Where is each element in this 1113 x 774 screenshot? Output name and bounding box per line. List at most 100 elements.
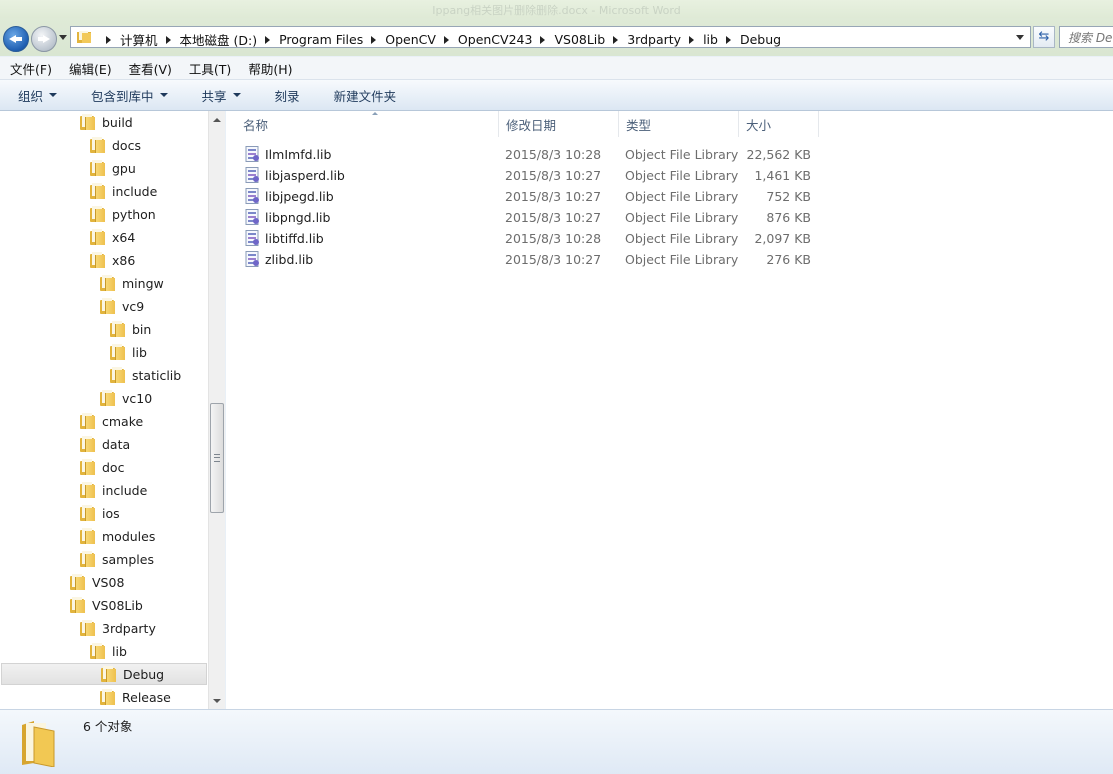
tree-item[interactable]: bin bbox=[110, 318, 151, 340]
file-row[interactable]: libpngd.lib 2015/8/3 10:27 Object File Lib… bbox=[226, 207, 818, 228]
breadcrumb-chevron-right-icon[interactable] bbox=[371, 35, 377, 44]
breadcrumb-chevron-right-icon[interactable] bbox=[443, 35, 449, 44]
tree-item[interactable]: mingw bbox=[100, 272, 164, 294]
column-header-date[interactable]: 修改日期 bbox=[499, 111, 619, 137]
tree-item[interactable]: Release bbox=[100, 686, 171, 708]
column-header-size[interactable]: 大小 bbox=[739, 111, 819, 137]
folder-icon bbox=[90, 643, 105, 659]
tree-item[interactable]: lib bbox=[110, 341, 147, 363]
file-row[interactable]: zlibd.lib 2015/8/3 10:27 Object File Libra… bbox=[226, 249, 818, 270]
include-in-library-button[interactable]: 包含到库中 bbox=[91, 86, 168, 105]
search-box[interactable] bbox=[1059, 26, 1113, 48]
breadcrumb-chevron-right-icon[interactable] bbox=[725, 35, 731, 44]
breadcrumb-chevron-right-icon[interactable] bbox=[689, 35, 695, 44]
tree-item[interactable]: samples bbox=[80, 548, 154, 570]
folder-icon bbox=[90, 183, 105, 199]
tree-item[interactable]: doc bbox=[80, 456, 124, 478]
breadcrumb-item[interactable]: 本地磁盘 (D:) bbox=[180, 30, 258, 49]
menu-tools[interactable]: 工具(T) bbox=[179, 59, 238, 78]
file-name: libjasperd.lib bbox=[265, 168, 345, 183]
tree-item-label: vc9 bbox=[122, 298, 145, 314]
column-header-name[interactable]: 名称 bbox=[236, 111, 499, 137]
file-list-pane[interactable]: 名称 修改日期 类型 大小 IlmImfd.lib 2015/8/3 10:28 O… bbox=[226, 111, 1113, 709]
menu-view[interactable]: 查看(V) bbox=[119, 59, 179, 78]
menu-help[interactable]: 帮助(H) bbox=[238, 59, 299, 78]
library-file-icon bbox=[245, 230, 260, 246]
tree-item[interactable]: data bbox=[80, 433, 130, 455]
file-name: libpngd.lib bbox=[265, 210, 331, 225]
column-header-type[interactable]: 类型 bbox=[619, 111, 739, 137]
search-input[interactable] bbox=[1066, 30, 1113, 46]
tree-item[interactable]: include bbox=[90, 180, 157, 202]
tree-item[interactable]: VS08 bbox=[70, 571, 124, 593]
scroll-up-arrow-icon[interactable] bbox=[213, 118, 221, 122]
breadcrumb-item[interactable]: OpenCV bbox=[385, 32, 436, 47]
column-size-label: 大小 bbox=[746, 117, 772, 133]
breadcrumb-item[interactable]: VS08Lib bbox=[554, 32, 605, 47]
breadcrumb-item[interactable]: OpenCV243 bbox=[458, 32, 533, 47]
tree-item[interactable]: include bbox=[80, 479, 147, 501]
file-row[interactable]: libjpegd.lib 2015/8/3 10:27 Object File Li… bbox=[226, 186, 818, 207]
new-folder-button[interactable]: 新建文件夹 bbox=[334, 86, 397, 105]
address-bar[interactable]: 计算机 本地磁盘 (D:) Program Files OpenCV OpenCV243… bbox=[70, 26, 1031, 48]
file-row[interactable]: libjasperd.lib 2015/8/3 10:27 Object File … bbox=[226, 165, 818, 186]
tree-item[interactable]: cmake bbox=[80, 410, 143, 432]
tree-item[interactable]: 3rdparty bbox=[80, 617, 156, 639]
forward-button[interactable] bbox=[31, 26, 57, 52]
tree-item[interactable]: x64 bbox=[90, 226, 135, 248]
folder-icon bbox=[22, 721, 55, 767]
breadcrumb-chevron-right-icon[interactable] bbox=[540, 35, 546, 44]
tree-item[interactable]: vc10 bbox=[100, 387, 152, 409]
file-size: 1,461 KB bbox=[754, 168, 811, 183]
library-file-icon bbox=[245, 146, 260, 162]
breadcrumb-item[interactable]: 3rdparty bbox=[627, 32, 681, 47]
folder-icon bbox=[80, 528, 95, 544]
library-file-icon bbox=[245, 188, 260, 204]
scrollbar-thumb[interactable] bbox=[210, 403, 224, 513]
organize-label: 组织 bbox=[18, 88, 44, 104]
tree-item[interactable]: lib bbox=[90, 640, 127, 662]
back-button[interactable] bbox=[3, 26, 29, 52]
file-name: zlibd.lib bbox=[265, 252, 314, 267]
tree-item[interactable]: Debug bbox=[1, 663, 207, 685]
address-history-chevron-down-icon[interactable] bbox=[1016, 35, 1024, 40]
tree-item[interactable]: docs bbox=[90, 134, 141, 156]
tree-item[interactable]: ios bbox=[80, 502, 120, 524]
tree-item[interactable]: staticlib bbox=[110, 364, 181, 386]
tree-item[interactable]: x86 bbox=[90, 249, 135, 271]
tree-item-label: lib bbox=[132, 344, 147, 360]
file-name: IlmImfd.lib bbox=[265, 147, 332, 162]
breadcrumb-chevron-right-icon[interactable] bbox=[613, 35, 619, 44]
folder-icon bbox=[80, 620, 95, 636]
breadcrumb-item[interactable]: 计算机 bbox=[120, 30, 158, 49]
tree-item-label: x86 bbox=[112, 252, 136, 268]
menu-edit[interactable]: 编辑(E) bbox=[59, 59, 119, 78]
file-date: 2015/8/3 10:27 bbox=[505, 168, 602, 183]
organize-button[interactable]: 组织 bbox=[18, 86, 58, 105]
tree-item[interactable]: modules bbox=[80, 525, 155, 547]
scroll-down-arrow-icon[interactable] bbox=[213, 699, 221, 703]
burn-button[interactable]: 刻录 bbox=[275, 86, 300, 105]
tree-item[interactable]: vc9 bbox=[100, 295, 144, 317]
breadcrumb-chevron-right-icon[interactable] bbox=[106, 35, 111, 44]
menu-file[interactable]: 文件(F) bbox=[0, 59, 59, 78]
file-row[interactable]: IlmImfd.lib 2015/8/3 10:28 Object File Lib… bbox=[226, 144, 818, 165]
tree-item[interactable]: python bbox=[90, 203, 156, 225]
item-count: 6 个对象 bbox=[83, 719, 133, 734]
tree-item[interactable]: build bbox=[80, 111, 133, 133]
navigation-pane[interactable]: build docs gpu include python x64 x86 mingw vc9 b… bbox=[0, 111, 208, 709]
breadcrumb-chevron-right-icon[interactable] bbox=[165, 35, 171, 44]
tree-item-label: modules bbox=[102, 528, 156, 544]
breadcrumb-item[interactable]: Debug bbox=[740, 32, 781, 47]
tree-item[interactable]: VS08Lib bbox=[70, 594, 143, 616]
refresh-button[interactable]: ⇆ bbox=[1033, 26, 1055, 48]
share-button[interactable]: 共享 bbox=[202, 86, 241, 105]
tree-item-label: Release bbox=[122, 689, 171, 705]
breadcrumb-chevron-right-icon[interactable] bbox=[265, 35, 271, 44]
tree-item[interactable]: gpu bbox=[90, 157, 136, 179]
breadcrumb-item[interactable]: lib bbox=[703, 32, 718, 47]
file-row[interactable]: libtiffd.lib 2015/8/3 10:28 Object File Li… bbox=[226, 228, 818, 249]
recent-pages-chevron-down-icon[interactable] bbox=[59, 35, 67, 40]
breadcrumb-item[interactable]: Program Files bbox=[279, 32, 363, 47]
navigation-scrollbar[interactable] bbox=[208, 111, 225, 709]
